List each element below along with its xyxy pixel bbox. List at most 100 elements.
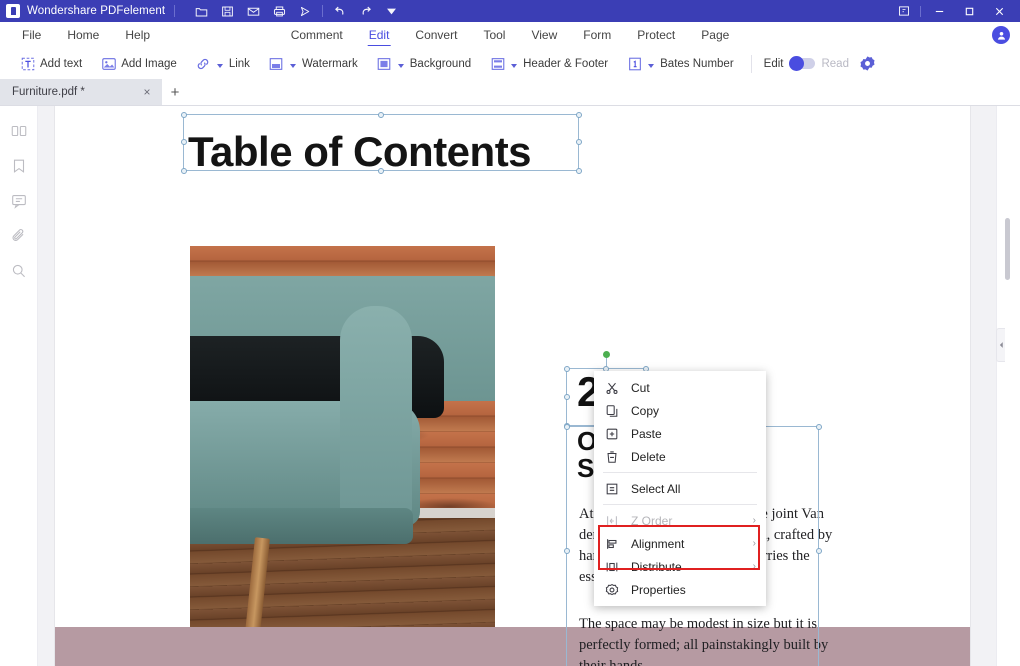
- edit-read-mode-toggle[interactable]: Edit Read: [764, 56, 849, 71]
- menu-item-home[interactable]: Home: [55, 25, 111, 45]
- context-menu-item-paste[interactable]: Paste: [594, 422, 766, 445]
- z-order-icon: [604, 513, 619, 528]
- resize-handle-mr[interactable]: [815, 547, 822, 554]
- sofa-photo[interactable]: [190, 246, 495, 666]
- context-menu-item-properties[interactable]: Properties: [594, 578, 766, 601]
- context-menu-divider-1: [603, 472, 757, 473]
- menu-item-protect[interactable]: Protect: [625, 25, 687, 45]
- minimize-button[interactable]: [924, 0, 954, 22]
- header-footer-dropdown-caret-icon[interactable]: [511, 63, 518, 68]
- resize-handle-ml[interactable]: [180, 139, 187, 145]
- comments-icon[interactable]: [8, 190, 30, 212]
- menu-item-page[interactable]: Page: [689, 25, 741, 45]
- context-menu-item-copy[interactable]: Copy: [594, 399, 766, 422]
- mode-switch[interactable]: [789, 56, 816, 71]
- attachments-icon[interactable]: [8, 225, 30, 247]
- customize-dropdown-icon[interactable]: [384, 4, 399, 19]
- context-menu-item-delete[interactable]: Delete: [594, 445, 766, 468]
- open-folder-icon[interactable]: [194, 4, 209, 19]
- pdf-page[interactable]: Table of Contents 2 At joint Van der cra…: [55, 106, 970, 666]
- ribbon-add-image[interactable]: Add Image: [91, 55, 186, 72]
- ribbon-header-footer[interactable]: Header & Footer: [480, 55, 617, 72]
- menu-item-view[interactable]: View: [519, 25, 569, 45]
- menu-item-file[interactable]: File: [10, 25, 53, 45]
- redo-icon[interactable]: [358, 4, 373, 19]
- add-image-icon: [100, 55, 117, 72]
- menu-item-help[interactable]: Help: [113, 25, 162, 45]
- ribbon-background-label: Background: [409, 57, 472, 70]
- print-icon[interactable]: [272, 4, 287, 19]
- vertical-scrollbar[interactable]: [1003, 106, 1012, 666]
- resize-handle-tc[interactable]: [377, 111, 384, 118]
- context-menu-item-distribute[interactable]: Distribute ›: [594, 555, 766, 578]
- collapse-right-panel-handle[interactable]: [996, 328, 1005, 362]
- watermark-dropdown-caret-icon[interactable]: [289, 63, 296, 68]
- copy-icon: [604, 403, 619, 418]
- thumbnails-icon[interactable]: [8, 120, 30, 142]
- resize-handle-bl[interactable]: [180, 167, 187, 174]
- context-menu[interactable]: Cut Copy Paste Delete Select All Z Order…: [594, 371, 766, 606]
- rotate-handle[interactable]: [602, 351, 610, 358]
- context-menu-item-cut[interactable]: Cut: [594, 376, 766, 399]
- ribbon-bates-number[interactable]: Bates Number: [617, 55, 743, 72]
- titlebar-divider-2: [322, 5, 324, 17]
- context-menu-item-z-order[interactable]: Z Order ›: [594, 509, 766, 532]
- resize-handle-br[interactable]: [575, 167, 582, 174]
- resize-handle-bc[interactable]: [377, 167, 384, 174]
- ribbon-link[interactable]: Link: [186, 55, 259, 72]
- resize-handle-tr[interactable]: [815, 423, 822, 430]
- distribute-icon: [604, 559, 619, 574]
- menu-group-right: Comment Edit Convert Tool View Form Prot…: [279, 25, 742, 46]
- context-menu-item-properties-label: Properties: [631, 582, 686, 597]
- context-menu-item-select-all-label: Select All: [631, 481, 681, 496]
- avatar[interactable]: [992, 26, 1010, 44]
- new-tab-button[interactable]: +: [162, 79, 188, 105]
- ribbon-add-text[interactable]: Add text: [10, 55, 91, 72]
- photo-sofa-arm: [340, 306, 412, 516]
- ribbon-watermark[interactable]: Watermark: [259, 55, 367, 72]
- edit-ribbon-toolbar: Add text Add Image Link Watermark Backgr…: [0, 48, 1020, 80]
- bates-number-dropdown-caret-icon[interactable]: [648, 63, 655, 68]
- bookmarks-icon[interactable]: [8, 155, 30, 177]
- menu-item-convert[interactable]: Convert: [403, 25, 469, 45]
- resize-handle-tl[interactable]: [563, 423, 570, 430]
- menu-item-tool[interactable]: Tool: [471, 25, 517, 45]
- ribbon-background[interactable]: Background: [367, 55, 480, 72]
- settings-gear-icon[interactable]: [859, 55, 877, 73]
- feedback-icon[interactable]: [891, 0, 917, 22]
- window-controls-divider: [920, 5, 921, 17]
- background-icon: [376, 55, 393, 72]
- save-icon[interactable]: [220, 4, 235, 19]
- context-menu-item-z-order-label: Z Order: [631, 513, 673, 528]
- document-tab-furniture[interactable]: Furniture.pdf * ×: [0, 79, 162, 105]
- title-selection-box[interactable]: [180, 111, 582, 174]
- menu-item-edit[interactable]: Edit: [357, 25, 402, 46]
- maximize-button[interactable]: [954, 0, 984, 22]
- close-icon[interactable]: ×: [140, 85, 154, 99]
- resize-handle-ml[interactable]: [563, 393, 570, 400]
- resize-handle-tr[interactable]: [575, 111, 582, 118]
- email-icon[interactable]: [246, 4, 261, 19]
- document-tab-title: Furniture.pdf *: [12, 86, 85, 98]
- menu-item-comment[interactable]: Comment: [279, 25, 355, 45]
- menu-bar: File Home Help Comment Edit Convert Tool…: [0, 22, 1020, 48]
- search-icon[interactable]: [8, 260, 30, 282]
- background-dropdown-caret-icon[interactable]: [397, 63, 404, 68]
- close-button[interactable]: [984, 0, 1014, 22]
- document-canvas[interactable]: Table of Contents 2 At joint Van der cra…: [38, 106, 996, 666]
- menu-item-form[interactable]: Form: [571, 25, 623, 45]
- mode-toggle-read-label: Read: [821, 57, 849, 70]
- quick-access-toolbar: [194, 4, 313, 19]
- context-menu-item-select-all[interactable]: Select All: [594, 477, 766, 500]
- share-icon[interactable]: [298, 4, 313, 19]
- resize-handle-tl[interactable]: [180, 111, 187, 118]
- resize-handle-mr[interactable]: [575, 139, 582, 145]
- resize-handle-ml[interactable]: [563, 547, 570, 554]
- link-dropdown-caret-icon[interactable]: [216, 63, 223, 68]
- resize-handle-tl[interactable]: [563, 365, 570, 372]
- context-menu-item-alignment[interactable]: Alignment ›: [594, 532, 766, 555]
- undo-icon[interactable]: [332, 4, 347, 19]
- vertical-scrollbar-thumb[interactable]: [1005, 218, 1010, 280]
- document-tab-bar: Furniture.pdf * × +: [0, 79, 1020, 106]
- link-icon: [195, 55, 212, 72]
